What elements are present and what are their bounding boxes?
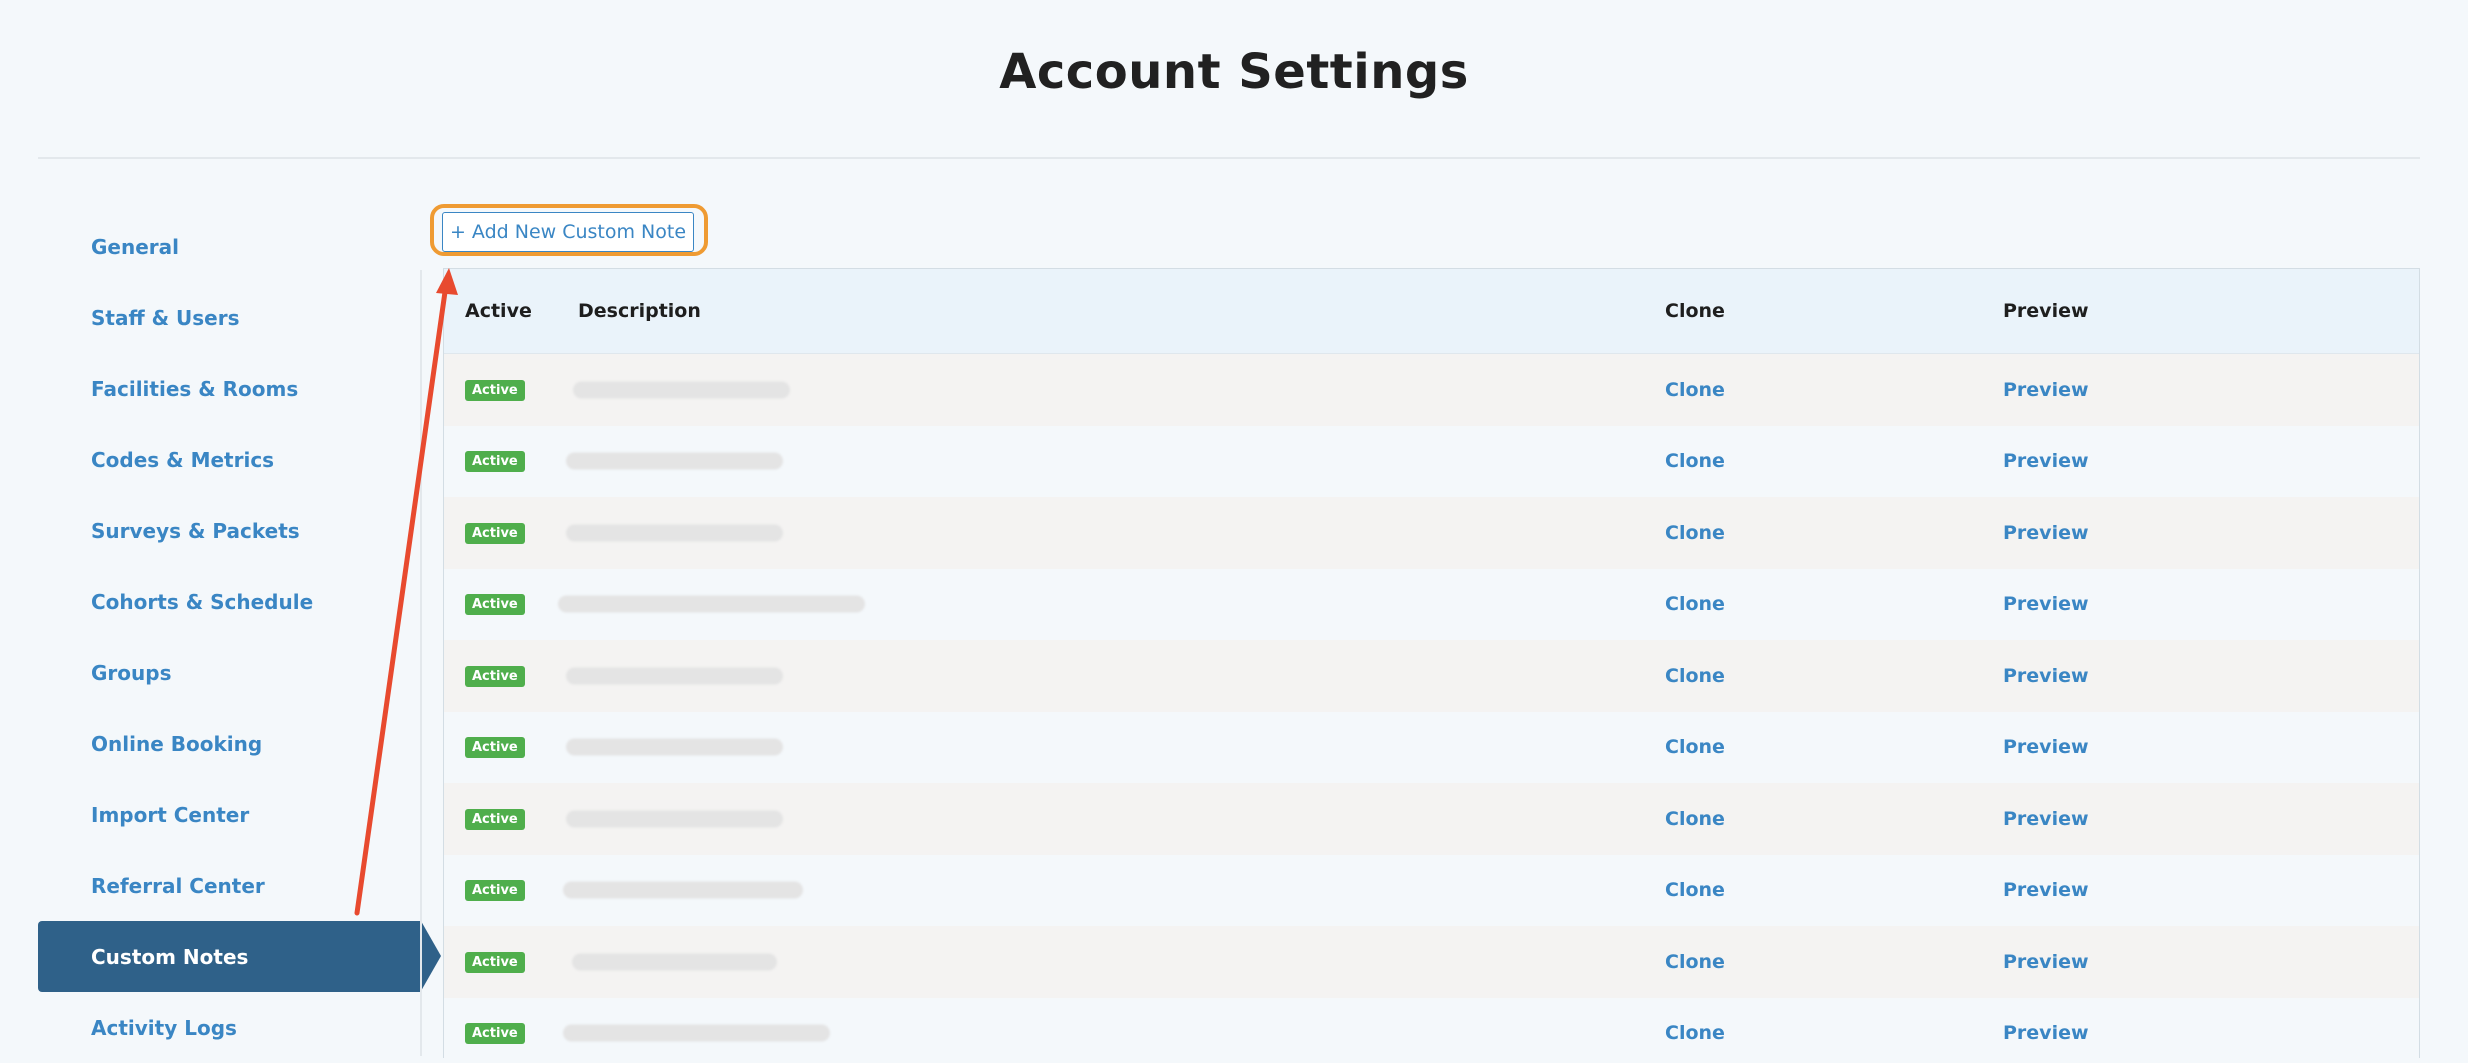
sidebar-item-label: Import Center <box>91 802 250 827</box>
table-body: Active Clone Preview Active Clone Previe… <box>444 354 2419 1058</box>
sidebar-item-surveys-packets[interactable]: Surveys & Packets <box>38 495 421 566</box>
redacted-description <box>566 738 783 756</box>
sidebar-item-label: Facilities & Rooms <box>91 376 299 401</box>
clone-link[interactable]: Clone <box>1665 879 1725 901</box>
table-row: Active Clone Preview <box>444 497 2419 569</box>
description-cell <box>566 497 1665 569</box>
column-header-active: Active <box>465 300 532 322</box>
status-badge: Active <box>465 1023 525 1045</box>
description-cell <box>566 640 1665 712</box>
sidebar-item-label: Cohorts & Schedule <box>91 589 314 614</box>
preview-link[interactable]: Preview <box>2003 593 2089 615</box>
clone-link[interactable]: Clone <box>1665 736 1725 758</box>
table-row: Active Clone Preview <box>444 926 2419 998</box>
status-badge: Active <box>465 379 525 401</box>
status-badge: Active <box>465 665 525 687</box>
description-cell <box>566 783 1665 855</box>
column-header-description-label: Description <box>578 300 701 322</box>
redacted-description <box>573 381 790 399</box>
table-row: Active Clone Preview <box>444 783 2419 855</box>
preview-link[interactable]: Preview <box>2003 379 2089 401</box>
sidebar-item-activity-logs[interactable]: Activity Logs <box>38 992 421 1063</box>
table-row: Active Clone Preview <box>444 425 2419 498</box>
description-cell <box>558 569 1665 641</box>
sidebar-item-referral-center[interactable]: Referral Center <box>38 850 421 921</box>
clone-link[interactable]: Clone <box>1665 808 1725 830</box>
preview-link[interactable]: Preview <box>2003 522 2089 544</box>
redacted-description <box>563 1024 830 1042</box>
sidebar-item-general[interactable]: General <box>38 211 421 282</box>
description-cell <box>572 926 1665 998</box>
sidebar-item-staff-users[interactable]: Staff & Users <box>38 282 421 353</box>
redacted-description <box>566 524 783 542</box>
status-badge: Active <box>465 522 525 544</box>
sidebar-item-label: Referral Center <box>91 873 265 898</box>
table-row: Active Clone Preview <box>444 997 2419 1059</box>
description-cell <box>566 426 1665 498</box>
sidebar-item-label: General <box>91 234 179 259</box>
preview-link[interactable]: Preview <box>2003 808 2089 830</box>
status-badge: Active <box>465 451 525 473</box>
sidebar-item-label: Online Booking <box>91 731 263 756</box>
header-divider <box>38 157 2420 159</box>
sidebar-item-groups[interactable]: Groups <box>38 637 421 708</box>
table-row: Active Clone Preview <box>444 568 2419 641</box>
redacted-description <box>558 595 865 613</box>
clone-link[interactable]: Clone <box>1665 593 1725 615</box>
sidebar-item-label: Custom Notes <box>91 944 249 969</box>
preview-link[interactable]: Preview <box>2003 879 2089 901</box>
status-badge: Active <box>465 880 525 902</box>
sidebar-item-codes-metrics[interactable]: Codes & Metrics <box>38 424 421 495</box>
sidebar-item-import-center[interactable]: Import Center <box>38 779 421 850</box>
status-badge: Active <box>465 737 525 759</box>
redacted-description <box>572 953 777 971</box>
sidebar-item-label: Codes & Metrics <box>91 447 275 472</box>
status-badge: Active <box>465 808 525 830</box>
sidebar-item-label: Surveys & Packets <box>91 518 300 543</box>
sidebar-item-online-booking[interactable]: Online Booking <box>38 708 421 779</box>
sidebar-item-facilities-rooms[interactable]: Facilities & Rooms <box>38 353 421 424</box>
clone-link[interactable]: Clone <box>1665 1022 1725 1044</box>
preview-link[interactable]: Preview <box>2003 450 2089 472</box>
add-custom-note-button[interactable]: + Add New Custom Note <box>442 212 694 252</box>
status-badge: Active <box>465 594 525 616</box>
description-cell <box>573 354 1665 426</box>
redacted-description <box>566 667 783 685</box>
preview-link[interactable]: Preview <box>2003 736 2089 758</box>
table-row: Active Clone Preview <box>444 711 2419 784</box>
redacted-description <box>563 881 803 899</box>
sidebar-item-label: Groups <box>91 660 172 685</box>
redacted-description <box>566 452 783 470</box>
sidebar-item-custom-notes[interactable]: Custom Notes <box>38 921 441 992</box>
redacted-description <box>566 810 783 828</box>
page-title: Account Settings <box>999 44 1469 100</box>
preview-link[interactable]: Preview <box>2003 951 2089 973</box>
settings-sidebar: General Staff & Users Facilities & Rooms… <box>38 211 441 1063</box>
custom-notes-table: Active Description Clone Preview Active … <box>443 268 2420 1058</box>
table-row: Active Clone Preview <box>444 640 2419 712</box>
clone-link[interactable]: Clone <box>1665 665 1725 687</box>
sidebar-item-label: Staff & Users <box>91 305 240 330</box>
clone-link[interactable]: Clone <box>1665 450 1725 472</box>
column-header-clone: Clone <box>1665 300 1725 322</box>
table-header: Active Description Clone Preview <box>444 269 2419 354</box>
sidebar-divider <box>420 270 422 1056</box>
description-cell <box>563 855 1665 927</box>
column-header-preview: Preview <box>2003 300 2089 322</box>
table-row: Active Clone Preview <box>444 854 2419 927</box>
clone-link[interactable]: Clone <box>1665 951 1725 973</box>
column-header-description: Description <box>578 300 1665 322</box>
clone-link[interactable]: Clone <box>1665 379 1725 401</box>
preview-link[interactable]: Preview <box>2003 665 2089 687</box>
sidebar-item-label: Activity Logs <box>91 1015 237 1040</box>
description-cell <box>566 712 1665 784</box>
clone-link[interactable]: Clone <box>1665 522 1725 544</box>
table-row: Active Clone Preview <box>444 354 2419 426</box>
preview-link[interactable]: Preview <box>2003 1022 2089 1044</box>
sidebar-item-cohorts-schedule[interactable]: Cohorts & Schedule <box>38 566 421 637</box>
description-cell <box>563 998 1665 1059</box>
status-badge: Active <box>465 951 525 973</box>
